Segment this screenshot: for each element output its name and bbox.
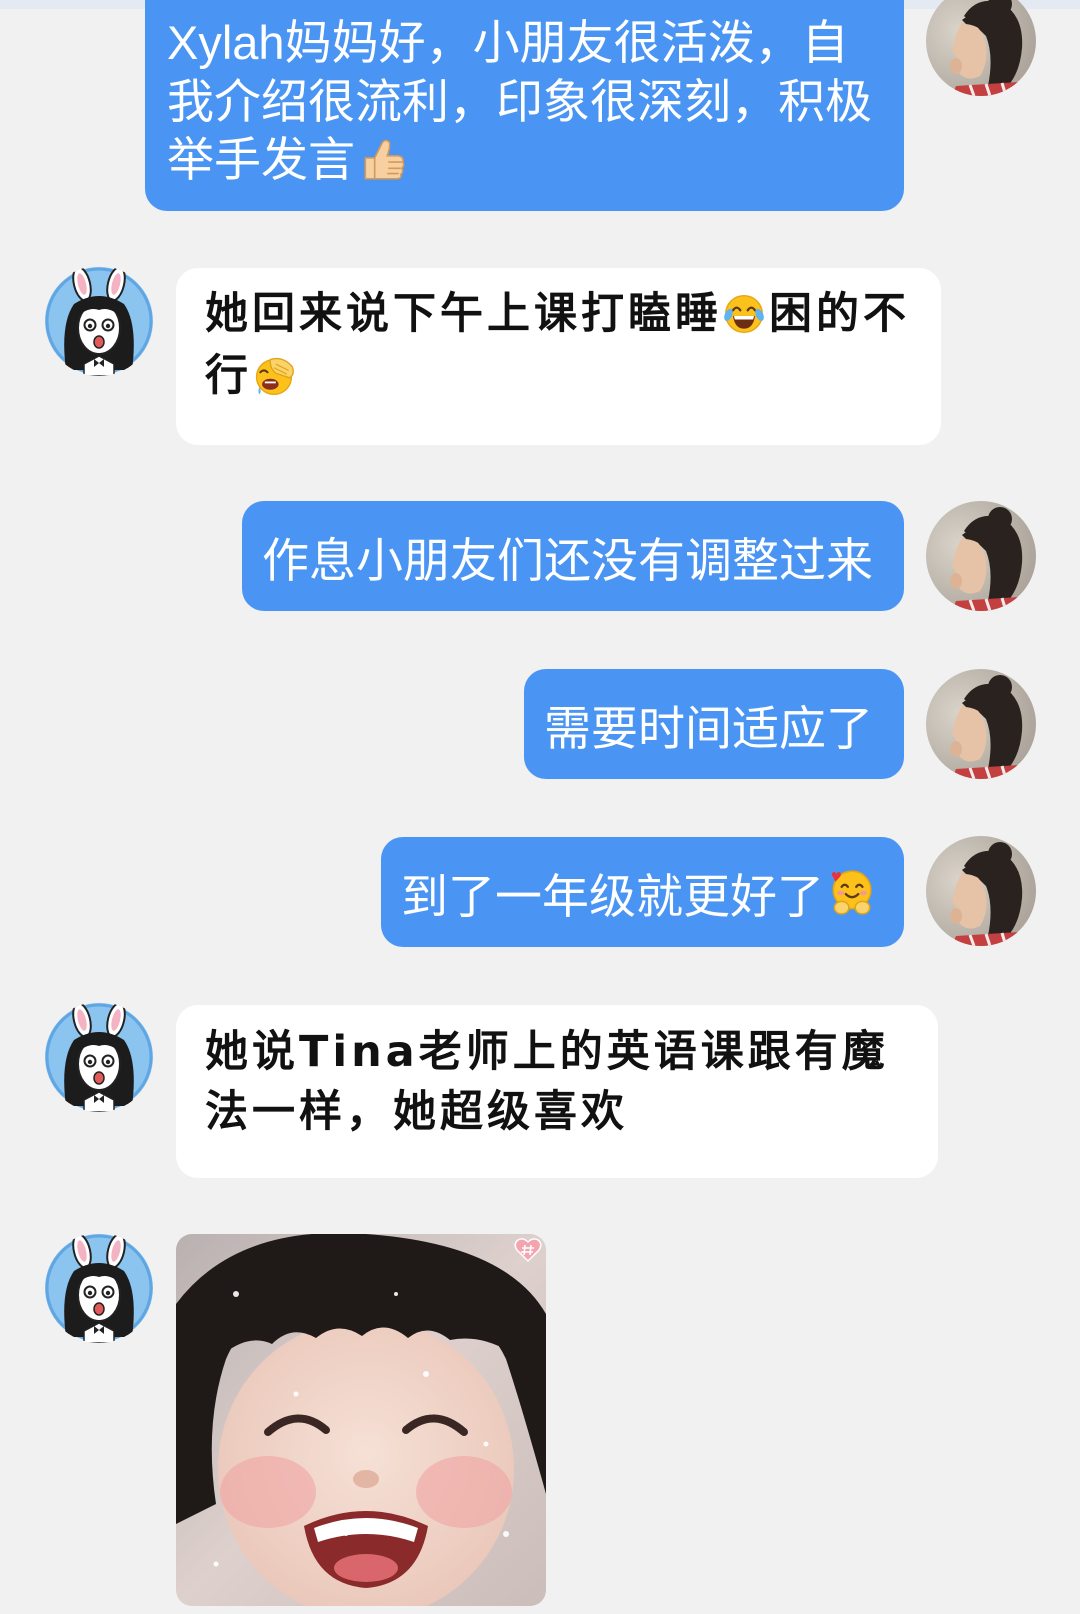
message-text-block: Xylah妈妈好，小朋友很活泼，自我介绍很流利，印象很深刻，积极举手发言 bbox=[167, 14, 881, 190]
message-text: 她说Tina老师上的英语课跟有魔法一样，她超级喜欢 bbox=[205, 1027, 889, 1137]
message-text: Xylah妈妈好，小朋友很活泼，自我介绍很流利，印象很深刻，积极举手发言 bbox=[167, 16, 872, 187]
avatar[interactable] bbox=[926, 836, 1036, 946]
hugging-face-icon bbox=[826, 867, 876, 917]
thumbs-up-icon bbox=[357, 135, 407, 185]
bunny-ears-girl-avatar-icon bbox=[44, 1002, 154, 1112]
avatar[interactable] bbox=[44, 266, 154, 376]
avatar[interactable] bbox=[926, 0, 1036, 96]
image-message[interactable] bbox=[176, 1234, 546, 1606]
bunny-ears-girl-avatar-icon bbox=[44, 1233, 154, 1343]
child-photo-avatar-icon bbox=[926, 0, 1036, 96]
bunny-ears-girl-avatar-icon bbox=[44, 266, 154, 376]
message-text: 需要时间适应了 bbox=[544, 701, 873, 755]
heart-sticker-badge-icon[interactable] bbox=[514, 1237, 542, 1263]
message-text: 她回来说下午上课打瞌睡 bbox=[205, 289, 722, 339]
avatar[interactable] bbox=[926, 669, 1036, 779]
message-bubble-outgoing[interactable]: Xylah妈妈好，小朋友很活泼，自我介绍很流利，印象很深刻，积极举手发言 bbox=[145, 0, 904, 211]
smiling-baby-photo-icon bbox=[176, 1234, 546, 1606]
message-bubble-outgoing[interactable]: 作息小朋友们还没有调整过来 bbox=[242, 501, 904, 611]
message-bubble-outgoing[interactable]: 需要时间适应了 bbox=[524, 669, 904, 779]
message-bubble-outgoing[interactable]: 到了一年级就更好了 bbox=[381, 837, 904, 947]
avatar[interactable] bbox=[926, 501, 1036, 611]
avatar[interactable] bbox=[44, 1233, 154, 1343]
tears-of-joy-icon bbox=[722, 292, 766, 336]
message-bubble-incoming[interactable]: 她说Tina老师上的英语课跟有魔法一样，她超级喜欢 bbox=[176, 1005, 938, 1178]
message-text-block: 她回来说下午上课打瞌睡 困的不行 bbox=[205, 283, 935, 407]
message-text: 到了一年级就更好了 bbox=[401, 869, 824, 923]
message-text-block: 她说Tina老师上的英语课跟有魔法一样，她超级喜欢 bbox=[205, 1022, 935, 1142]
child-photo-avatar-icon bbox=[926, 669, 1036, 779]
child-photo-avatar-icon bbox=[926, 501, 1036, 611]
avatar[interactable] bbox=[44, 1002, 154, 1112]
message-text: 作息小朋友们还没有调整过来 bbox=[262, 533, 873, 587]
facepalm-icon bbox=[252, 354, 296, 398]
message-bubble-incoming[interactable]: 她回来说下午上课打瞌睡 困的不行 bbox=[176, 268, 941, 445]
child-photo-avatar-icon bbox=[926, 836, 1036, 946]
